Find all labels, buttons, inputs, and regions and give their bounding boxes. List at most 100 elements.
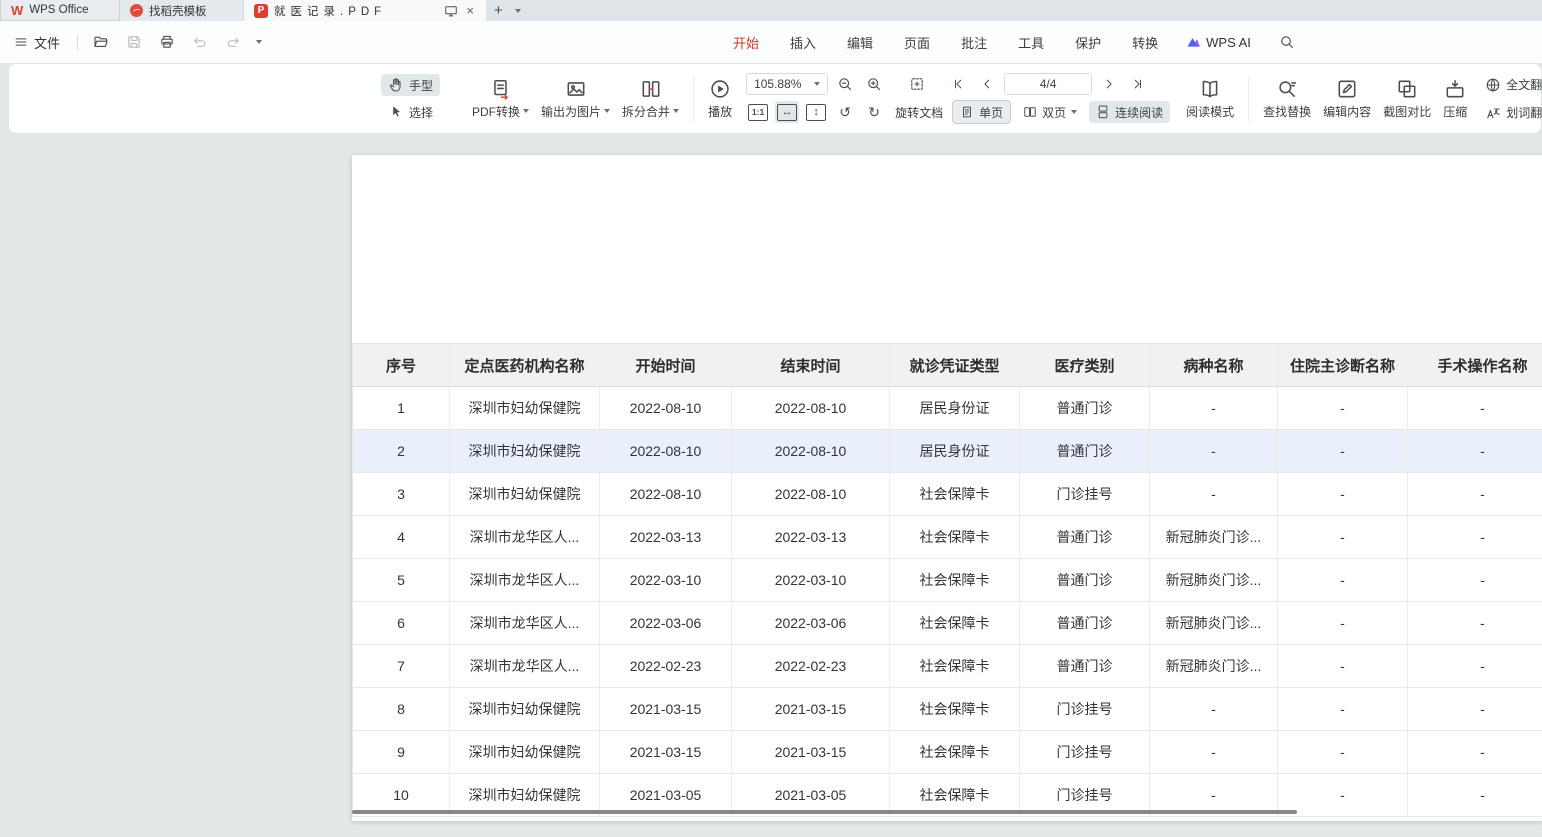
- table-cell: 7: [353, 645, 450, 688]
- wps-ai-button[interactable]: WPS AI: [1186, 35, 1251, 50]
- wps-ai-logo-icon: [1186, 35, 1201, 50]
- table-header-cell: 序号: [353, 343, 450, 387]
- tab-document-active[interactable]: P 就医记录.PDF ×: [244, 0, 486, 21]
- table-row[interactable]: 5深圳市龙华区人...2022-03-102022-03-10社会保障卡普通门诊…: [353, 559, 1542, 602]
- tab-label: 找稻壳模板: [149, 3, 207, 19]
- zoom-level-select[interactable]: 105.88%: [746, 73, 828, 95]
- select-tool-button[interactable]: 选择: [381, 101, 440, 123]
- table-row[interactable]: 1深圳市妇幼保健院2022-08-102022-08-10居民身份证普通门诊--…: [353, 387, 1542, 430]
- table-cell: -: [1150, 387, 1278, 430]
- double-page-button[interactable]: 双页: [1016, 101, 1084, 123]
- ribbon-tab-工具[interactable]: 工具: [1018, 33, 1044, 52]
- redo-icon: [225, 34, 241, 50]
- edit-content-button[interactable]: 编辑内容: [1317, 74, 1377, 124]
- table-cell: -: [1408, 602, 1542, 645]
- undo-button[interactable]: [190, 32, 210, 52]
- table-row[interactable]: 8深圳市妇幼保健院2021-03-152021-03-15社会保障卡门诊挂号--…: [353, 688, 1542, 731]
- book-open-icon: [1199, 78, 1221, 100]
- page-number-input[interactable]: 4/4: [1004, 73, 1092, 95]
- previous-page-button[interactable]: [975, 73, 999, 95]
- table-row[interactable]: 4深圳市龙华区人...2022-03-132022-03-13社会保障卡普通门诊…: [353, 516, 1542, 559]
- fit-width-button[interactable]: ↔: [775, 101, 799, 123]
- play-circle-icon: [709, 78, 731, 100]
- app-window: { "colors": {"accent_red": "#c9392b", "h…: [0, 0, 1542, 837]
- next-page-icon: [1102, 77, 1116, 91]
- ribbon-tab-转换[interactable]: 转换: [1132, 33, 1158, 52]
- marquee-zoom-button[interactable]: [905, 73, 929, 95]
- hand-tool-label: 手型: [409, 77, 433, 94]
- read-mode-button[interactable]: 阅读模式: [1180, 74, 1240, 124]
- export-image-button[interactable]: 输出为图片: [535, 74, 616, 124]
- table-cell: -: [1278, 387, 1408, 430]
- fit-page-button[interactable]: ↕: [804, 101, 828, 123]
- rotate-document-button[interactable]: 旋转文档: [891, 102, 947, 123]
- horizontal-scrollbar-thumb[interactable]: [352, 810, 1297, 814]
- first-page-button[interactable]: [946, 73, 970, 95]
- table-cell: 2021-03-15: [600, 731, 732, 774]
- ribbon-tab-批注[interactable]: 批注: [961, 33, 987, 52]
- play-button[interactable]: 播放: [702, 74, 738, 124]
- file-menu-button[interactable]: 文件: [10, 30, 64, 55]
- table-cell: -: [1408, 731, 1542, 774]
- table-cell: 2022-08-10: [732, 473, 890, 516]
- split-merge-button[interactable]: 拆分合并: [616, 74, 685, 124]
- table-row[interactable]: 7深圳市龙华区人...2022-02-232022-02-23社会保障卡普通门诊…: [353, 645, 1542, 688]
- open-file-button[interactable]: [91, 32, 111, 52]
- table-row[interactable]: 9深圳市妇幼保健院2021-03-152021-03-15社会保障卡门诊挂号--…: [353, 731, 1542, 774]
- table-row[interactable]: 2深圳市妇幼保健院2022-08-102022-08-10居民身份证普通门诊--…: [353, 430, 1542, 473]
- medical-records-table: 序号定点医药机构名称开始时间结束时间就诊凭证类型医疗类别病种名称住院主诊断名称手…: [352, 343, 1542, 817]
- tab-list-chevron-icon[interactable]: [515, 9, 521, 13]
- document-viewport[interactable]: 序号定点医药机构名称开始时间结束时间就诊凭证类型医疗类别病种名称住院主诊断名称手…: [0, 135, 1542, 837]
- table-cell: 2022-08-10: [600, 473, 732, 516]
- search-icon[interactable]: [1279, 34, 1295, 50]
- docer-logo-icon: [130, 4, 143, 17]
- rotate-right-button[interactable]: ↻: [862, 101, 886, 123]
- zoom-in-icon: [866, 76, 882, 92]
- ribbon-tab-开始[interactable]: 开始: [733, 33, 759, 52]
- redo-button[interactable]: [223, 32, 243, 52]
- table-cell: 6: [353, 602, 450, 645]
- word-translate-button[interactable]: 划词翻译: [1479, 101, 1542, 124]
- table-cell: 3: [353, 473, 450, 516]
- rotate-left-button[interactable]: ↺: [833, 101, 857, 123]
- zoom-out-button[interactable]: [833, 73, 857, 95]
- table-row[interactable]: 6深圳市龙华区人...2022-03-062022-03-06社会保障卡普通门诊…: [353, 602, 1542, 645]
- zoom-nav-row: 105.88% 4/4: [746, 73, 1170, 95]
- table-cell: 居民身份证: [890, 387, 1020, 430]
- full-translate-button[interactable]: 全文翻译: [1479, 73, 1542, 96]
- hand-tool-button[interactable]: 手型: [381, 74, 440, 96]
- tab-docer-template[interactable]: 找稻壳模板: [120, 0, 244, 21]
- ribbon-tab-页面[interactable]: 页面: [904, 33, 930, 52]
- find-replace-button[interactable]: 查找替换: [1257, 74, 1317, 124]
- zoom-in-button[interactable]: [862, 73, 886, 95]
- pdf-convert-label: PDF转换: [472, 103, 520, 120]
- table-cell: -: [1150, 473, 1278, 516]
- actual-size-button[interactable]: 1:1: [746, 101, 770, 123]
- chevron-down-icon: [604, 109, 610, 113]
- single-page-button[interactable]: 单页: [952, 100, 1011, 124]
- tab-wps-home[interactable]: W WPS Office: [0, 0, 120, 21]
- ribbon-tab-编辑[interactable]: 编辑: [847, 33, 873, 52]
- table-cell: 深圳市妇幼保健院: [450, 387, 600, 430]
- last-page-button[interactable]: [1126, 73, 1150, 95]
- table-header-row: 序号定点医药机构名称开始时间结束时间就诊凭证类型医疗类别病种名称住院主诊断名称手…: [353, 343, 1542, 387]
- save-button[interactable]: [124, 32, 144, 52]
- pdf-file-icon: P: [254, 4, 268, 18]
- ribbon-tab-插入[interactable]: 插入: [790, 33, 816, 52]
- ribbon-tab-保护[interactable]: 保护: [1075, 33, 1101, 52]
- compress-button[interactable]: 压缩: [1437, 74, 1473, 124]
- compress-label: 压缩: [1443, 103, 1467, 120]
- screenshot-compare-button[interactable]: 截图对比: [1377, 74, 1437, 124]
- next-page-button[interactable]: [1097, 73, 1121, 95]
- ribbon-tabs: 开始 插入 编辑 页面 批注 工具 保护 转换: [733, 33, 1158, 52]
- table-row[interactable]: 3深圳市妇幼保健院2022-08-102022-08-10社会保障卡门诊挂号--…: [353, 473, 1542, 516]
- pdf-convert-button[interactable]: PDF转换: [466, 74, 535, 124]
- print-button[interactable]: [157, 32, 177, 52]
- table-header-cell: 病种名称: [1150, 343, 1278, 387]
- table-cell: 2022-03-10: [732, 559, 890, 602]
- new-tab-button[interactable]: +: [486, 0, 511, 21]
- continuous-read-button[interactable]: 连续阅读: [1089, 101, 1170, 123]
- undo-history-chevron-icon[interactable]: [256, 40, 262, 44]
- close-tab-icon[interactable]: ×: [464, 4, 476, 17]
- pointer-tools-group: 手型 选择: [381, 74, 440, 123]
